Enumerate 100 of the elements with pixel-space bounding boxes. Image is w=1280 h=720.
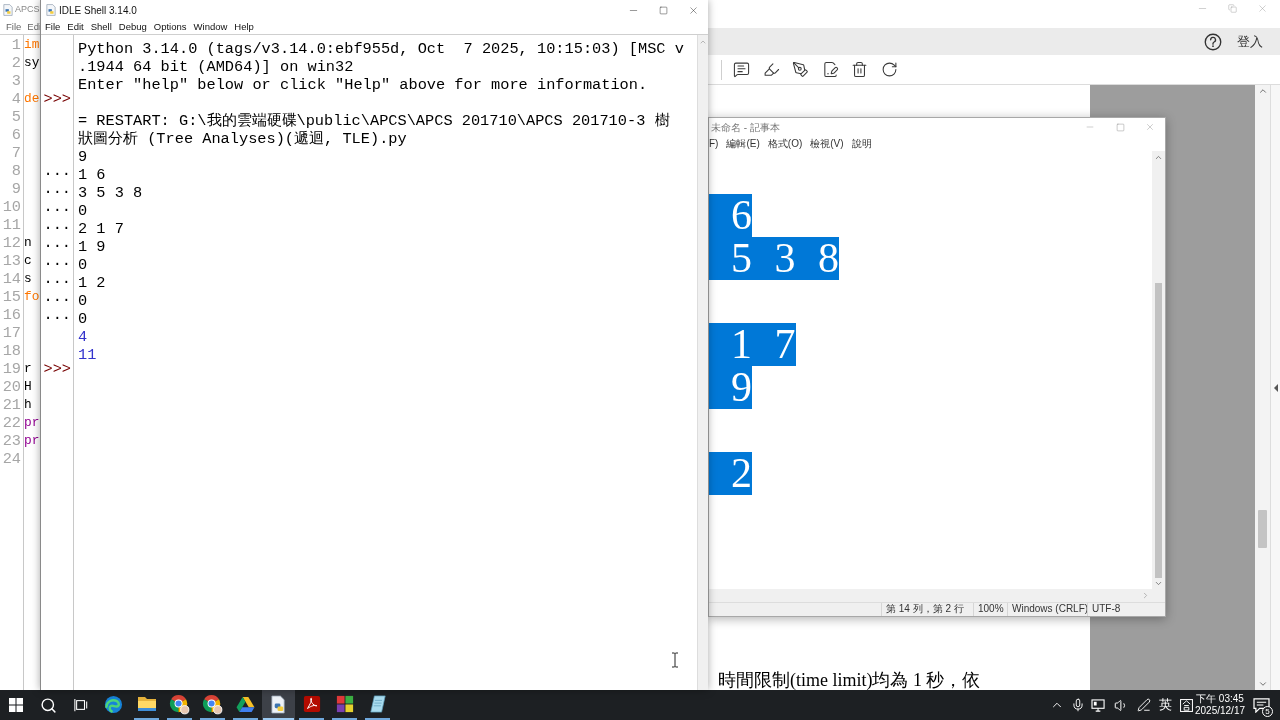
line-number: 6 [11,126,21,144]
scroll-up-icon[interactable] [1257,86,1268,96]
console-line: 1 9 [78,238,106,256]
menu-item[interactable]: Shell [90,19,112,35]
status-text: 第 14 列，第 2 行 [881,603,973,616]
line-number: 11 [2,216,21,234]
clock-button[interactable]: 下午 03:45 2025/12/17 [1197,690,1243,720]
prompt-text: ... [43,216,71,234]
console-line: 狀圖分析 (Tree Analyses)(遞迴, TLE).py [78,130,407,148]
line-number: 20 [2,378,21,396]
prompt-text: ... [43,270,71,288]
code-text: pr [24,414,40,432]
menu-item[interactable]: 檢視(V) [810,137,844,150]
line-number: 9 [11,180,21,198]
line-number: 1 [11,36,21,54]
scroll-up-icon[interactable] [1154,153,1163,162]
menu-item[interactable]: 格式(O) [767,137,803,150]
help-icon[interactable] [1204,32,1222,51]
scroll-down-icon[interactable] [1257,679,1268,689]
microphone-icon[interactable] [1070,698,1085,712]
close-icon[interactable] [687,4,699,16]
status-text: UTF-8 [1087,603,1165,616]
scrollbar-thumb[interactable] [1258,510,1267,548]
line-number: 7 [11,144,21,162]
browser-profile-icon [169,693,190,715]
line-number: 13 [2,252,21,270]
console-line: 4 [78,328,88,346]
console-line: 11 [78,346,97,364]
search-icon[interactable] [39,696,57,714]
menu-item[interactable]: Debug [118,19,147,35]
input-language-indicator[interactable]: 英 [1158,695,1172,715]
console-line: 0 [78,256,88,274]
highlighter-icon[interactable] [762,61,780,78]
scrollbar[interactable] [1152,151,1165,589]
menu-item[interactable]: Edi [27,19,40,35]
menu-item[interactable]: Window [193,19,228,35]
collapse-arrow-icon[interactable] [1273,383,1278,392]
code-text: pr [24,432,40,450]
console-line: .1944 64 bit (AMD64)] on win32 [78,58,354,76]
comment-icon[interactable] [733,61,750,78]
menu-item[interactable]: F) [709,137,719,150]
line-number: 17 [2,324,21,342]
console-line: 1 6 [78,166,106,184]
trash-icon[interactable] [851,61,868,78]
start-icon[interactable] [9,698,23,712]
console-line: 2 1 7 [78,220,124,238]
scrollbar[interactable] [697,35,708,690]
line-number: 23 [2,432,21,450]
line-number: 4 [11,90,21,108]
code-text: s [24,270,32,288]
text-cursor-icon [671,652,679,668]
monitor-icon[interactable] [1091,698,1106,712]
prompt-text: ... [43,252,71,270]
line-number: 18 [2,342,21,360]
rotate-icon[interactable] [880,61,898,78]
notepad-icon [368,695,387,713]
line-number: 16 [2,306,21,324]
line-number: 8 [11,162,21,180]
taskbar-button[interactable] [262,690,295,720]
boxed-glyph-icon[interactable] [1179,698,1193,712]
pen-icon[interactable] [1137,698,1151,712]
menu-item[interactable]: File [6,19,22,35]
menu-item[interactable]: Options [153,19,187,35]
console-line: 9 [78,148,88,166]
line-number: 24 [2,450,21,468]
menu-item[interactable]: Edit [67,19,84,35]
horizontal-scrollbar[interactable] [709,589,1165,602]
line-number: 15 [2,288,21,306]
prompt-text: >>> [43,90,71,108]
console-line: 0 [78,310,88,328]
window-title: IDLE Shell 3.14.0 [59,3,137,18]
status-text: 100% [973,603,1007,616]
notification-icon[interactable] [1253,697,1270,713]
code-text: fo [24,288,40,306]
prompt-text: >>> [43,360,71,378]
menu-item[interactable]: Help [234,19,254,35]
pdf-reader-icon [302,695,321,713]
code-text: r [24,360,32,378]
scrollbar-thumb[interactable] [1155,283,1162,578]
console-line: 3 5 3 8 [78,184,143,202]
prompt-text: ... [43,306,71,324]
edit-document-icon[interactable] [821,61,839,78]
sign-in-link[interactable]: 登入 [1237,31,1263,52]
task-view-icon[interactable] [73,698,88,712]
prompt-text: ... [43,198,71,216]
triangle-logo-icon [236,695,255,713]
document-text: 時間限制(time limit)均為 1 秒，依 [718,670,982,690]
scroll-down-icon[interactable] [1154,579,1163,588]
prompt-text: ... [43,162,71,180]
scrollbar[interactable] [1255,85,1270,690]
menu-item[interactable]: File [45,19,61,35]
menu-item[interactable]: 編輯(E) [726,137,760,150]
pen-icon[interactable] [792,61,809,78]
line-number: 5 [11,108,21,126]
console-line: 1 2 [78,274,106,292]
console-line: = RESTART: G:\我的雲端硬碟\public\APCS\APCS 201710\APCS 201710-3 樹 [78,112,670,130]
document-icon [270,694,287,714]
console-line: Enter "help" below or click "Help" above for more information. [78,76,648,94]
code-text: H [24,378,32,396]
menu-item[interactable]: 說明 [851,137,872,150]
